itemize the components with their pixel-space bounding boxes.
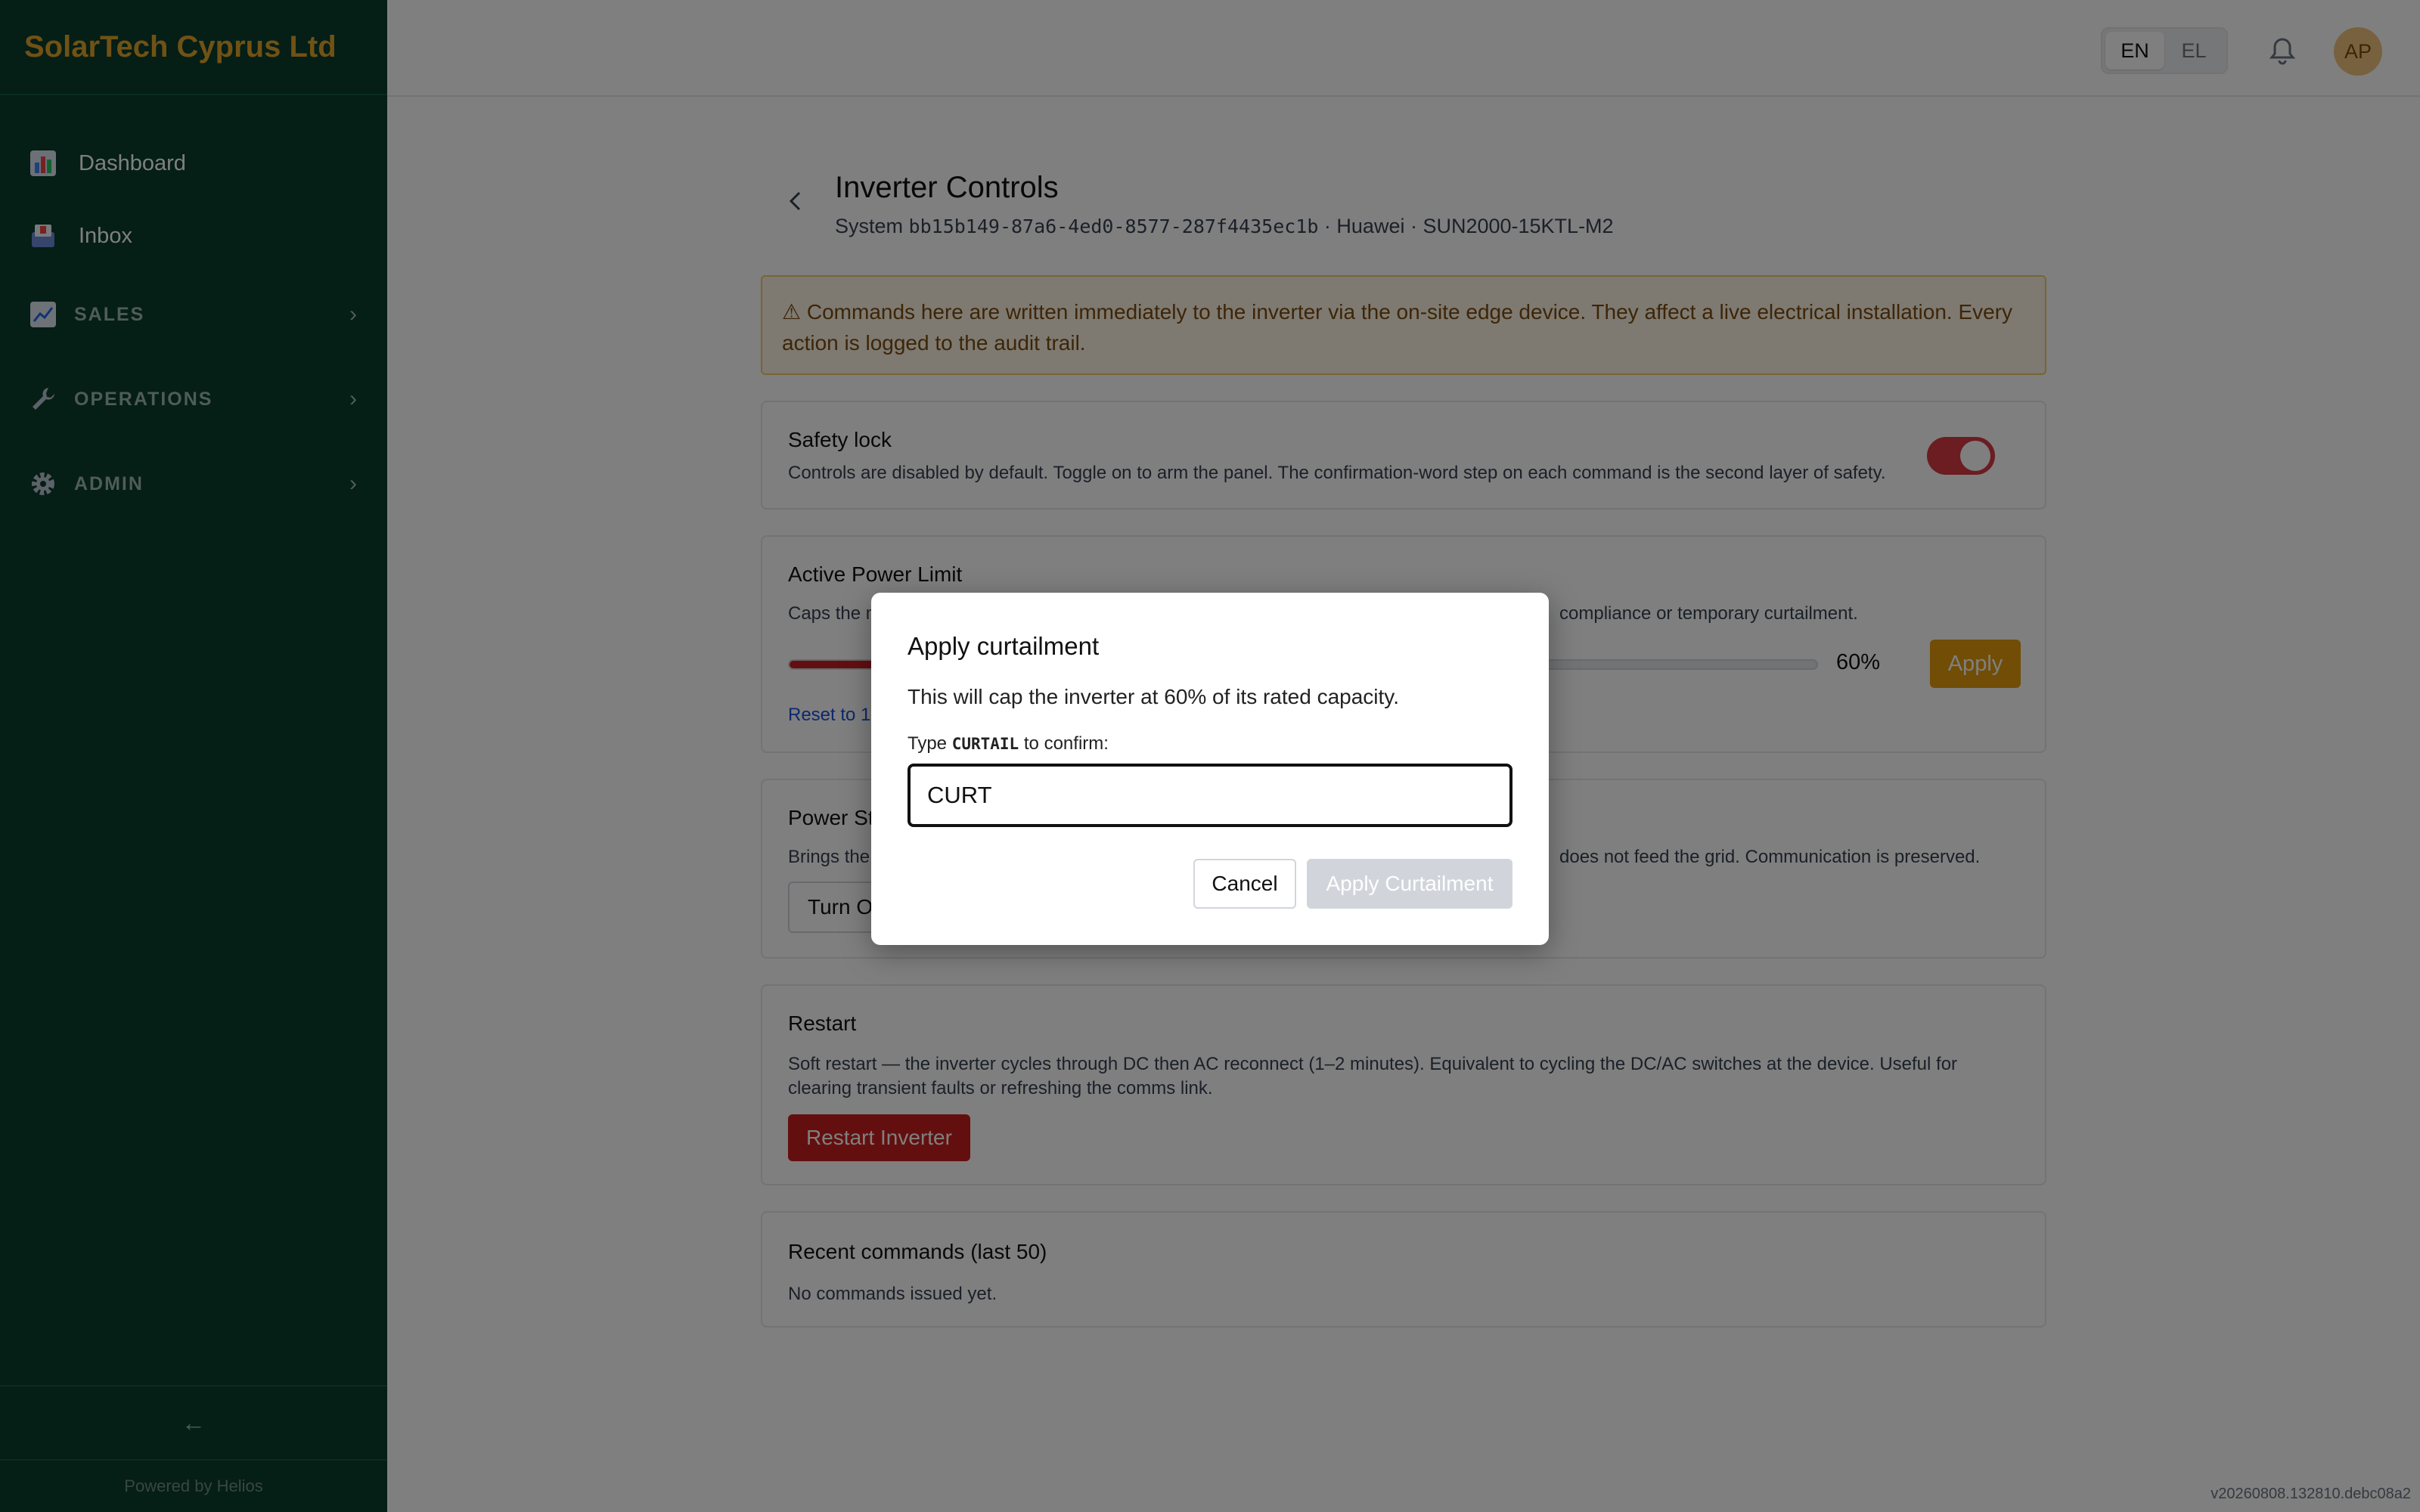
dialog-body: This will cap the inverter at 60% of its… <box>908 685 1399 708</box>
cancel-button[interactable]: Cancel <box>1193 859 1296 909</box>
curtailment-dialog: Apply curtailment This will cap the inve… <box>871 593 1549 945</box>
confirm-keyword: CURTAIL <box>951 735 1019 753</box>
label-prefix: Type <box>908 733 948 754</box>
confirm-word-input[interactable] <box>908 764 1512 827</box>
confirm-label: Type CURTAIL to confirm: <box>908 733 1109 754</box>
label-suffix: to confirm: <box>1023 733 1109 754</box>
apply-curtailment-button[interactable]: Apply Curtailment <box>1307 859 1512 909</box>
dialog-title: Apply curtailment <box>908 632 1100 660</box>
